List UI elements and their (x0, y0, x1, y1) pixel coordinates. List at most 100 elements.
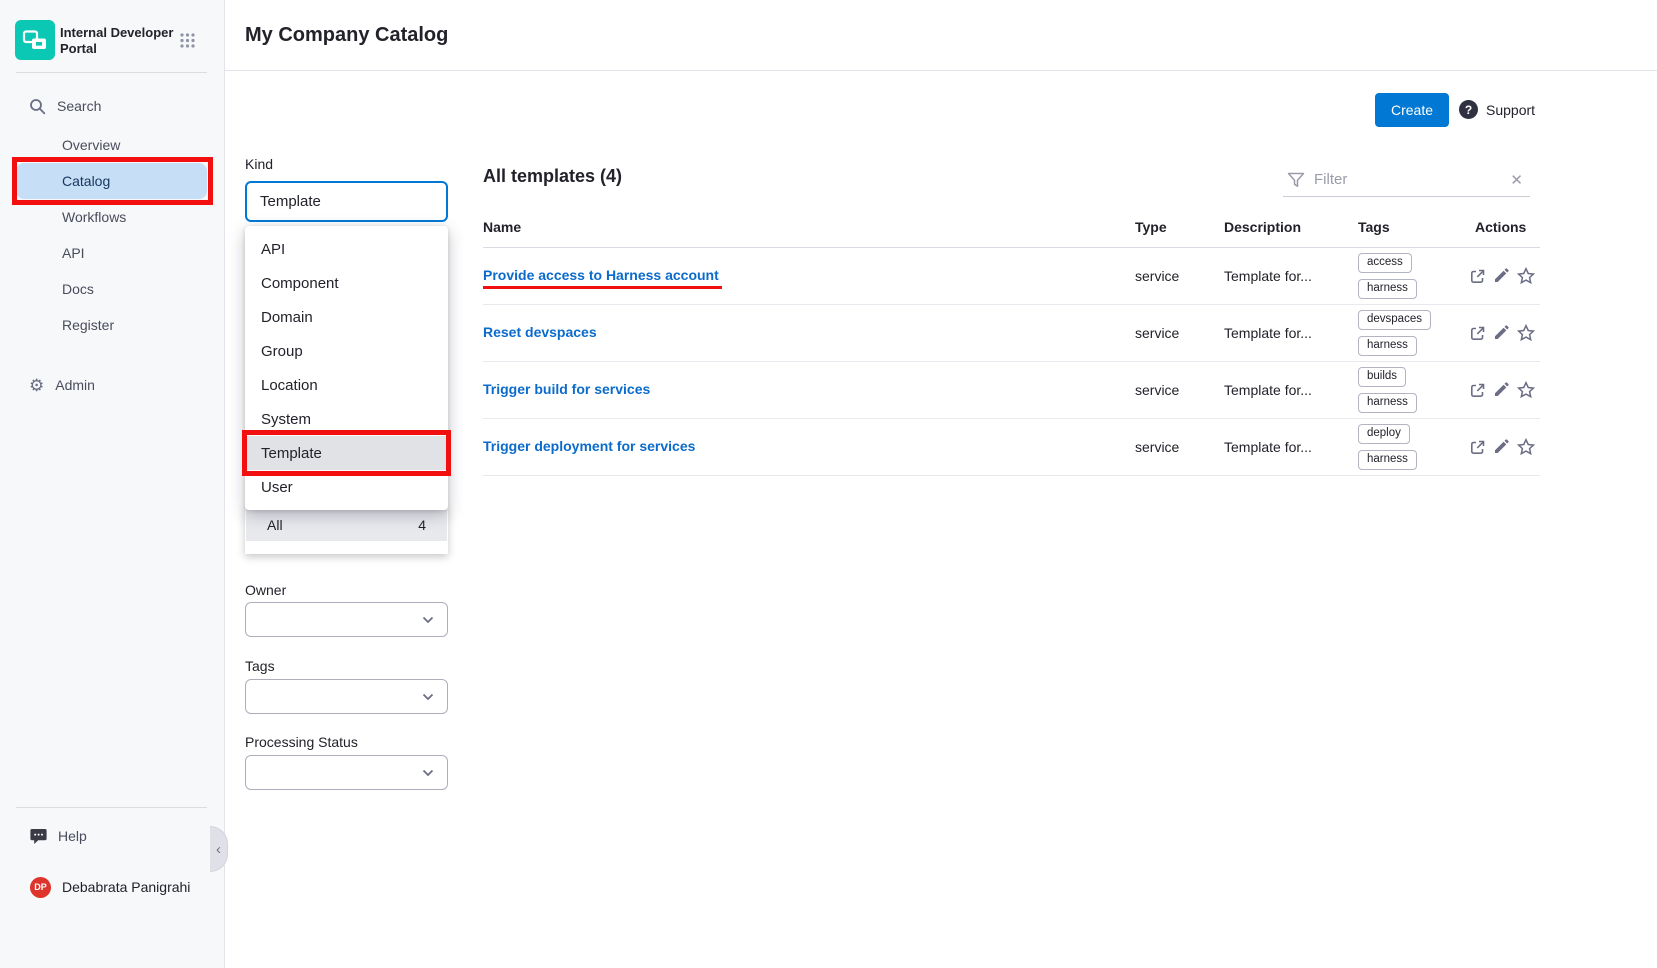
star-icon[interactable] (1516, 380, 1536, 400)
portal-title: Internal Developer Portal (60, 25, 173, 57)
edit-pencil-icon[interactable] (1493, 325, 1509, 341)
star-icon[interactable] (1516, 437, 1536, 457)
tag-chip: harness (1358, 393, 1417, 413)
owner-label: Owner (245, 582, 286, 598)
facet-all-count: 4 (418, 517, 426, 533)
sidebar-item-register[interactable]: Register (16, 307, 207, 343)
sidebar-item-workflows[interactable]: Workflows (16, 199, 207, 235)
star-icon[interactable] (1516, 266, 1536, 286)
filter-input[interactable] (1314, 171, 1498, 188)
row-actions (1469, 266, 1540, 286)
kind-option-system[interactable]: System (245, 402, 448, 436)
tag-chip: builds (1358, 367, 1406, 387)
row-description: Template for... (1224, 268, 1358, 284)
tags-select[interactable] (245, 679, 448, 714)
tag-chip: harness (1358, 450, 1417, 470)
support-label: Support (1486, 102, 1535, 118)
clear-filter-icon[interactable]: ✕ (1507, 171, 1526, 189)
column-header-name: Name (483, 219, 1135, 235)
row-description: Template for... (1224, 325, 1358, 341)
star-icon[interactable] (1516, 323, 1536, 343)
owner-select[interactable] (245, 602, 448, 637)
gear-icon: ⚙ (29, 377, 44, 394)
avatar: DP (30, 877, 51, 898)
user-profile[interactable]: DP Debabrata Panigrahi (16, 872, 216, 902)
kind-option-template[interactable]: Template (245, 436, 448, 470)
tag-chip: devspaces (1358, 310, 1431, 330)
sidebar-item-api[interactable]: API (16, 235, 207, 271)
kind-facet-card: All 4 (245, 505, 448, 554)
row-tags: deploy harness (1358, 424, 1475, 470)
row-actions (1469, 437, 1540, 457)
sidebar-item-overview[interactable]: Overview (16, 127, 207, 163)
row-type: service (1135, 382, 1224, 398)
row-type: service (1135, 268, 1224, 284)
sidebar-item-help[interactable]: Help (16, 822, 207, 850)
sidebar-item-docs[interactable]: Docs (16, 271, 207, 307)
table-row: Provide access to Harness account servic… (483, 248, 1540, 305)
template-name-link[interactable]: Trigger build for services (483, 381, 650, 397)
admin-label: Admin (55, 377, 95, 393)
table-filter: ✕ (1283, 163, 1530, 197)
row-tags: builds harness (1358, 367, 1475, 413)
row-type: service (1135, 325, 1224, 341)
kind-option-group[interactable]: Group (245, 334, 448, 368)
sidebar: Internal Developer Portal Search Overvie… (0, 0, 225, 968)
kind-option-component[interactable]: Component (245, 266, 448, 300)
question-icon: ? (1459, 100, 1478, 119)
sidebar-item-admin[interactable]: ⚙ Admin (16, 367, 207, 403)
edit-pencil-icon[interactable] (1493, 439, 1509, 455)
edit-pencil-icon[interactable] (1493, 268, 1509, 284)
kind-option-user[interactable]: User (245, 470, 448, 504)
template-name-link[interactable]: Provide access to Harness account (483, 267, 719, 283)
search-label: Search (57, 98, 101, 114)
kind-facet-all[interactable]: All 4 (246, 508, 447, 541)
sidebar-item-catalog[interactable]: Catalog (16, 163, 207, 199)
sidebar-item-search[interactable]: Search (16, 90, 207, 122)
sidebar-nav: Overview Catalog Workflows API Docs Regi… (16, 127, 207, 343)
column-header-actions: Actions (1475, 219, 1540, 235)
open-in-new-icon[interactable] (1469, 325, 1486, 342)
support-button[interactable]: ? Support (1459, 100, 1535, 119)
kind-option-location[interactable]: Location (245, 368, 448, 402)
kind-label: Kind (245, 156, 273, 172)
chevron-down-icon (422, 693, 434, 701)
page-header: My Company Catalog (225, 0, 1657, 71)
row-type: service (1135, 439, 1224, 455)
search-icon (29, 98, 46, 115)
open-in-new-icon[interactable] (1469, 268, 1486, 285)
sidebar-divider-top (16, 72, 207, 73)
sidebar-collapse-handle[interactable]: ‹ (210, 826, 228, 872)
template-name-link[interactable]: Reset devspaces (483, 324, 597, 340)
tag-chip: harness (1358, 336, 1417, 356)
kind-select-value: Template (260, 193, 321, 210)
tags-label: Tags (245, 658, 275, 674)
open-in-new-icon[interactable] (1469, 439, 1486, 456)
processing-status-select[interactable] (245, 755, 448, 790)
kind-option-domain[interactable]: Domain (245, 300, 448, 334)
open-in-new-icon[interactable] (1469, 382, 1486, 399)
tag-chip: access (1358, 253, 1412, 273)
table-body: Provide access to Harness account servic… (483, 248, 1540, 476)
help-chat-icon (30, 828, 48, 845)
help-label: Help (58, 828, 87, 844)
column-header-tags: Tags (1358, 219, 1475, 235)
create-button[interactable]: Create (1375, 93, 1449, 127)
filter-funnel-icon (1287, 172, 1305, 188)
idp-logo[interactable] (15, 20, 55, 60)
table-row: Trigger build for services service Templ… (483, 362, 1540, 419)
table-heading: All templates (4) (483, 166, 622, 187)
column-header-type: Type (1135, 219, 1224, 235)
kind-option-api[interactable]: API (245, 232, 448, 266)
table-row: Trigger deployment for services service … (483, 419, 1540, 476)
chevron-down-icon (422, 769, 434, 777)
tag-chip: deploy (1358, 424, 1410, 444)
kind-select[interactable]: Template (245, 181, 448, 222)
apps-grid-icon[interactable] (180, 33, 195, 53)
template-name-link[interactable]: Trigger deployment for services (483, 438, 695, 454)
edit-pencil-icon[interactable] (1493, 382, 1509, 398)
row-actions (1469, 380, 1540, 400)
row-tags: accessharness (1358, 253, 1475, 299)
row-tags: devspaces harness (1358, 310, 1475, 356)
user-name: Debabrata Panigrahi (62, 879, 190, 895)
